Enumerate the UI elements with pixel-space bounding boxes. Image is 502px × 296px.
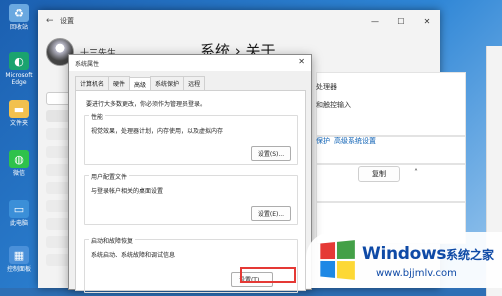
desktop-icon[interactable]: ◍ 微信	[3, 150, 35, 177]
desktop-icon[interactable]: ♻ 回收站	[3, 4, 35, 31]
advanced-tab-panel: 要进行大多数更改，你必须作为管理员登录。 性能 视觉效果，处理器计划，内存使用，…	[75, 90, 306, 293]
system-protection-link[interactable]: 保护	[316, 136, 330, 146]
settings-title: 设置	[60, 17, 74, 25]
processor-label: 处理器	[316, 83, 337, 91]
logo-pane	[320, 260, 336, 278]
startup-recovery-label: 启动和故障恢复	[89, 236, 136, 245]
close-icon[interactable]: ✕	[414, 10, 440, 32]
advanced-system-settings-link[interactable]: 高级系统设置	[334, 136, 376, 146]
logo-pane	[336, 240, 355, 259]
logo-pane	[320, 242, 336, 260]
startup-recovery-desc: 系统启动、系统故障和调试信息	[91, 252, 176, 259]
watermark-url: www.bjjmlv.com	[376, 268, 457, 279]
dialog-tab[interactable]: 计算机名	[75, 76, 110, 90]
dialog-title: 系统属性	[75, 60, 100, 68]
pen-touch-label: 和触控输入	[316, 101, 351, 109]
desktop-icon-label: 回收站	[9, 24, 28, 31]
control-panel-icon: ▦	[9, 246, 29, 264]
user-profile-group: 用户配置文件 与登录帐户相关的桌面设置 设置(E)...	[84, 172, 298, 225]
logo-pane	[336, 261, 355, 280]
recycle-bin-icon: ♻	[9, 4, 29, 22]
dialog-tab[interactable]: 高级	[129, 77, 152, 91]
windows-logo-icon	[320, 240, 355, 280]
dialog-tab[interactable]: 系统保护	[150, 76, 185, 90]
desktop-icon[interactable]: ▦ 控制面板	[3, 246, 35, 273]
admin-note: 要进行大多数更改，你必须作为管理员登录。	[86, 101, 207, 108]
desktop-icon-label: Microsoft Edge	[5, 72, 33, 86]
folder-icon: ▬	[9, 100, 29, 118]
window-controls: — ☐ ✕	[362, 10, 440, 32]
user-profile-settings-button[interactable]: 设置(E)...	[251, 206, 291, 221]
desktop-icon-label: 微信	[12, 170, 25, 177]
maximize-icon[interactable]: ☐	[388, 10, 414, 32]
desktop-icon-label: 文件夹	[9, 120, 28, 127]
desktop-icon[interactable]: ▬ 文件夹	[3, 100, 35, 127]
desktop-icon-label: 控制面板	[6, 266, 31, 273]
minimize-icon[interactable]: —	[362, 10, 388, 32]
dialog-tab[interactable]: 远程	[183, 76, 206, 90]
performance-group: 性能 视觉效果，处理器计划，内存使用，以及虚拟内存 设置(S)...	[84, 112, 298, 165]
dialog-tab[interactable]: 硬件	[108, 76, 131, 90]
performance-desc: 视觉效果，处理器计划，内存使用，以及虚拟内存	[91, 128, 224, 135]
dialog-close-icon[interactable]: ✕	[298, 57, 305, 66]
edge-icon: ◐	[9, 52, 29, 70]
watermark-title: Windows	[362, 244, 447, 264]
chevron-up-icon[interactable]: ˄	[414, 168, 418, 177]
dialog-titlebar: 系统属性 ✕	[69, 55, 311, 71]
desktop-icon-label: 此电脑	[9, 220, 28, 227]
wechat-icon: ◍	[9, 150, 29, 168]
system-properties-dialog: 系统属性 ✕ 计算机名 硬件 高级 系统保护 远程 要进行大多数更改，你必须作为管理员登…	[68, 54, 312, 293]
computer-icon: ▭	[9, 200, 29, 218]
copy-button[interactable]: 复制	[358, 166, 400, 182]
dialog-tabs: 计算机名 硬件 高级 系统保护 远程	[75, 76, 311, 91]
user-profile-label: 用户配置文件	[89, 172, 130, 181]
user-profile-desc: 与登录帐户相关的桌面设置	[91, 188, 164, 195]
desktop-icon[interactable]: ◐ Microsoft Edge	[3, 52, 35, 86]
back-arrow-icon[interactable]: ←	[46, 16, 60, 26]
highlight-box	[240, 267, 296, 283]
performance-settings-button[interactable]: 设置(S)...	[251, 146, 291, 161]
performance-label: 性能	[89, 112, 106, 121]
watermark-subtitle: 系统之家	[446, 248, 495, 262]
desktop-icon[interactable]: ▭ 此电脑	[3, 200, 35, 227]
startup-recovery-group: 启动和故障恢复 系统启动、系统故障和调试信息 设置(T)...	[84, 236, 298, 293]
